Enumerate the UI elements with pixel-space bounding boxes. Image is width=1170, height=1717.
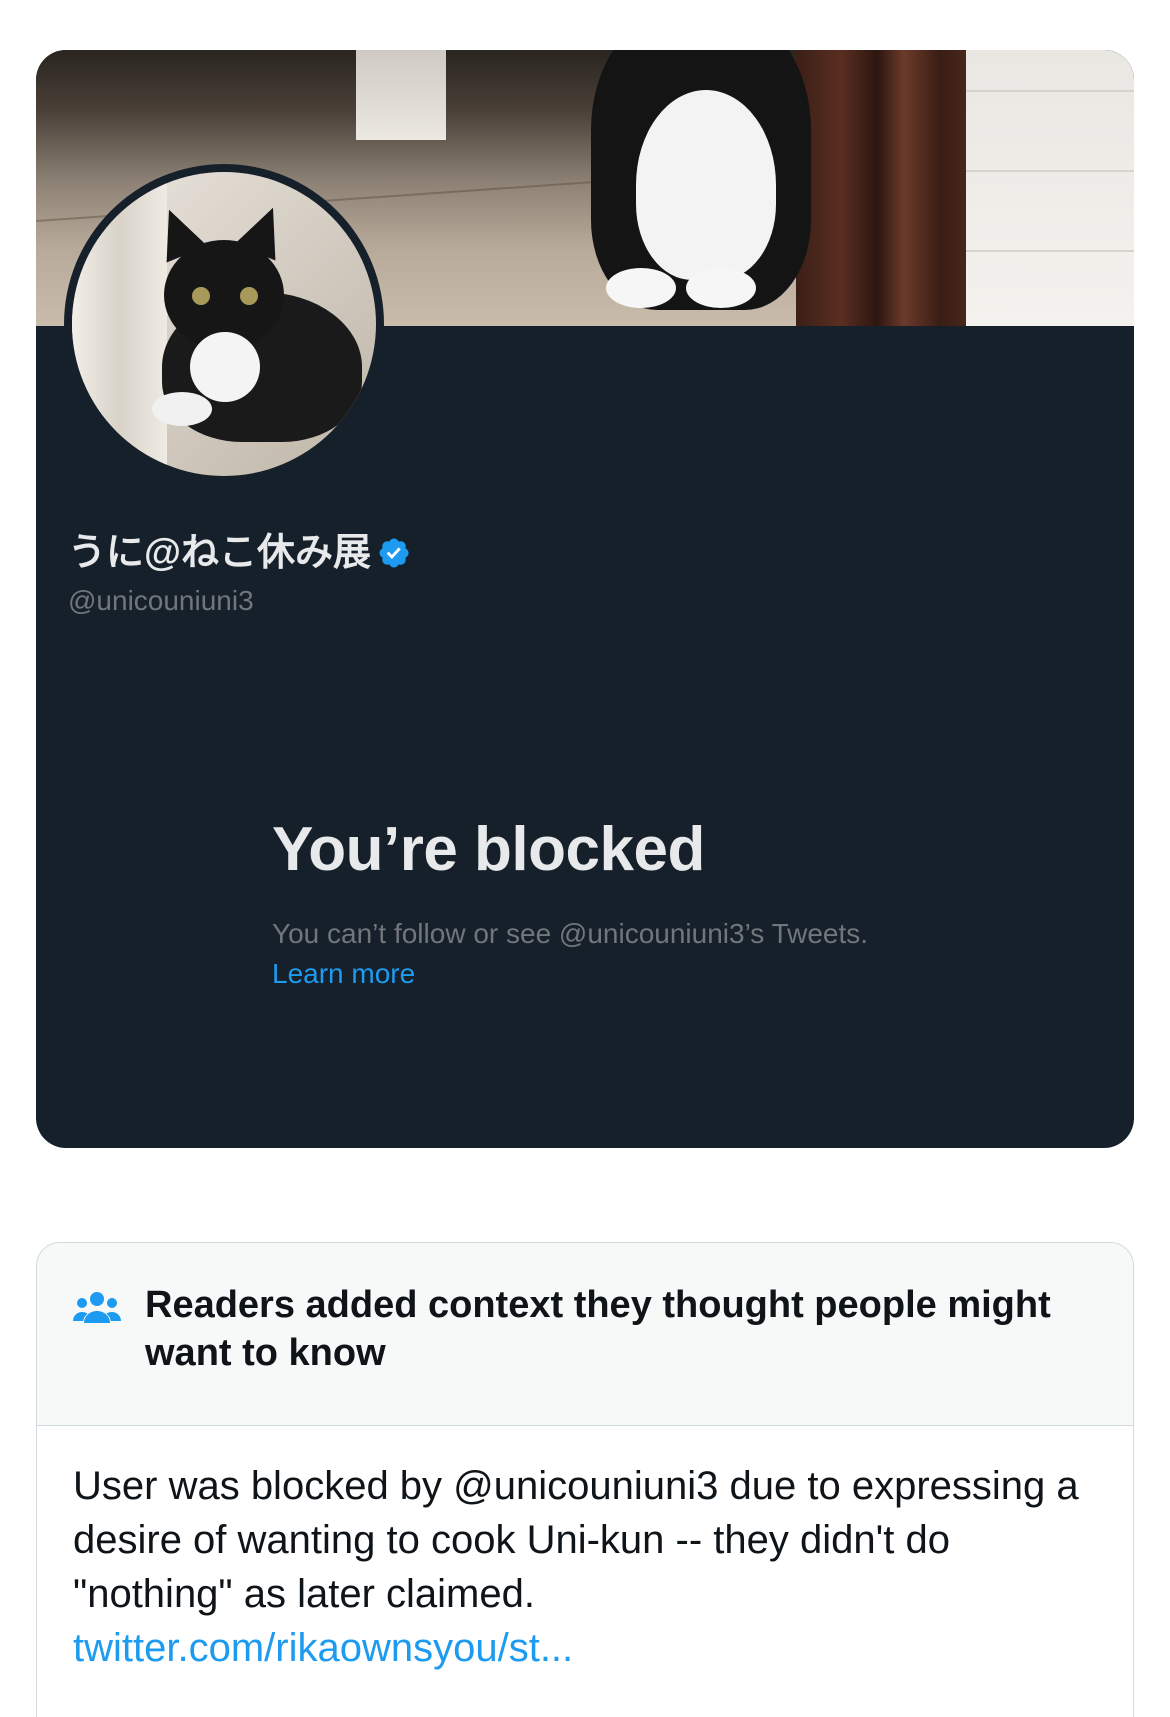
avatar-cat-eye bbox=[192, 287, 210, 305]
avatar-cat-chest bbox=[190, 332, 260, 402]
banner-background-shape bbox=[356, 50, 446, 140]
avatar-image bbox=[72, 172, 376, 476]
community-notes-card: Readers added context they thought peopl… bbox=[36, 1242, 1134, 1717]
community-notes-text: User was blocked by @unicouniuni3 due to… bbox=[73, 1464, 1079, 1616]
banner-doorframe bbox=[796, 50, 976, 326]
banner-wall-grain bbox=[966, 90, 1134, 92]
banner-cat-paw bbox=[686, 268, 756, 308]
community-notes-header: Readers added context they thought peopl… bbox=[37, 1243, 1133, 1426]
readers-icon bbox=[73, 1292, 121, 1323]
community-notes-title: Readers added context they thought peopl… bbox=[145, 1284, 1051, 1374]
page: うに@ねこ休み展 @unicouniuni3 You’re blocked Yo… bbox=[0, 0, 1170, 1717]
profile-handle: @unicouniuni3 bbox=[68, 585, 254, 616]
avatar-cat-paw bbox=[152, 392, 212, 426]
verified-badge-icon[interactable] bbox=[377, 536, 411, 570]
blocked-description: You can’t follow or see @unicouniuni3’s … bbox=[272, 918, 869, 949]
banner-cat-paw bbox=[606, 268, 676, 308]
banner-wall bbox=[966, 50, 1134, 326]
blocked-message: You’re blocked You can’t follow or see @… bbox=[272, 814, 1092, 994]
profile-avatar[interactable] bbox=[64, 164, 384, 484]
banner-cat-chest bbox=[636, 90, 776, 280]
community-notes-body: User was blocked by @unicouniuni3 due to… bbox=[73, 1459, 1103, 1675]
blocked-profile-card: うに@ねこ休み展 @unicouniuni3 You’re blocked Yo… bbox=[36, 50, 1134, 1148]
banner-wall-grain bbox=[966, 250, 1134, 252]
avatar-cat-eye bbox=[240, 287, 258, 305]
community-notes-source-link[interactable]: twitter.com/rikaownsyou/st... bbox=[73, 1621, 573, 1675]
display-name: うに@ねこ休み展 bbox=[68, 532, 372, 574]
blocked-title: You’re blocked bbox=[272, 815, 705, 884]
learn-more-link[interactable]: Learn more bbox=[272, 954, 415, 994]
display-name-row: うに@ねこ休み展 bbox=[68, 530, 411, 576]
banner-wall-grain bbox=[966, 170, 1134, 172]
